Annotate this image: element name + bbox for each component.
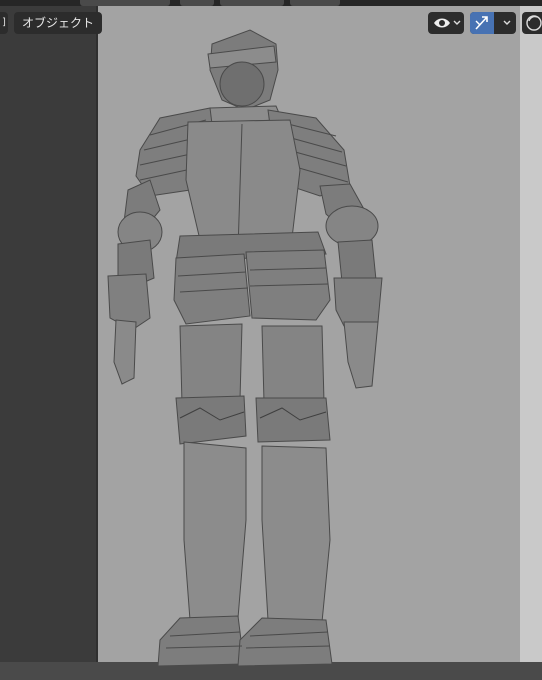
gizmo-arrow-icon [475,16,488,30]
editor-stub-label: ] [2,17,6,28]
chevron-down-icon[interactable] [452,16,462,30]
helmet-face [219,61,265,107]
left-greave [183,441,247,621]
left-hand [113,319,137,385]
right-hand [343,321,379,389]
left-poleyn [175,395,247,445]
gizmo-selector[interactable] [470,12,516,34]
shading-mode-button[interactable] [522,12,542,34]
right-sabaton [237,617,333,667]
chevron-down-icon[interactable] [502,16,512,30]
left-cuisse [179,323,243,405]
right-greave [261,445,331,623]
viewport-overlays-selector[interactable] [428,12,464,34]
eye-icon [434,18,450,28]
breastplate [185,119,301,253]
gizmo-toggle-button[interactable] [470,12,494,34]
right-gauntlet [333,277,383,327]
shading-sphere-icon [526,15,542,31]
right-cuisse [261,325,325,403]
right-poleyn [255,397,331,443]
left-sabaton [157,615,245,667]
armor-model[interactable] [0,0,542,680]
right-vambrace [337,239,377,283]
object-mode-label: オブジェクト [22,16,95,30]
editor-type-menu-stub[interactable]: ] [0,12,8,34]
3d-viewport[interactable]: ] オブジェクト [0,0,542,680]
object-mode-button[interactable]: オブジェクト [14,12,103,34]
